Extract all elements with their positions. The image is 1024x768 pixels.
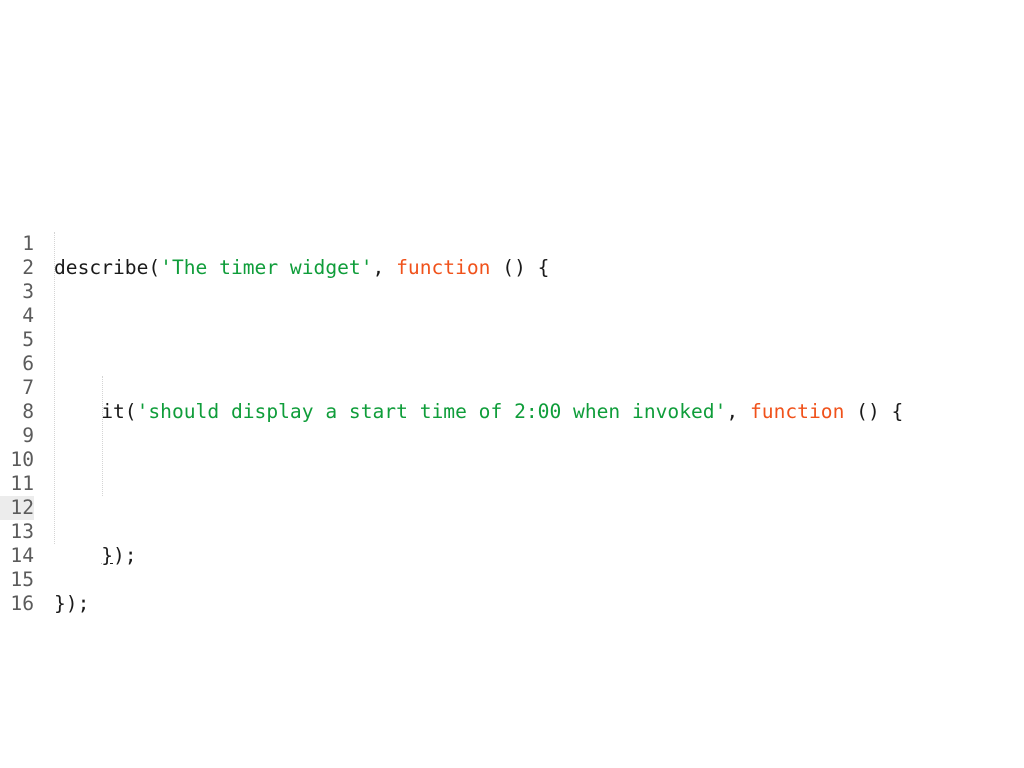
code-line[interactable]: 15 }); (0, 544, 1024, 615)
line-code: }); (54, 592, 89, 616)
code-line[interactable]: 4 (0, 280, 1024, 327)
code-line-current[interactable]: 12 (0, 472, 1024, 520)
code-line[interactable]: 14 (0, 520, 1024, 567)
code-line[interactable]: 10 (0, 424, 1024, 471)
code-line[interactable]: 2 (0, 232, 1024, 279)
code-line[interactable]: 1 describe('The timer widget', function … (0, 208, 1024, 279)
code-line[interactable]: 5 (0, 304, 1024, 351)
code-line[interactable]: 3 (0, 256, 1024, 303)
code-line[interactable]: 8 (0, 376, 1024, 423)
code-line[interactable]: 16 (0, 568, 1024, 615)
code-line[interactable]: 9 (0, 400, 1024, 447)
code-line[interactable]: 6 (0, 328, 1024, 375)
code-line[interactable]: 11 (0, 448, 1024, 495)
code-line[interactable]: 7 it('should display a start time of 2:0… (0, 352, 1024, 423)
code-editor[interactable]: 1 describe('The timer widget', function … (0, 208, 1024, 615)
code-line[interactable]: 13 }); (0, 496, 1024, 567)
line-number: 16 (10, 592, 34, 615)
code-token: }); (54, 592, 90, 615)
